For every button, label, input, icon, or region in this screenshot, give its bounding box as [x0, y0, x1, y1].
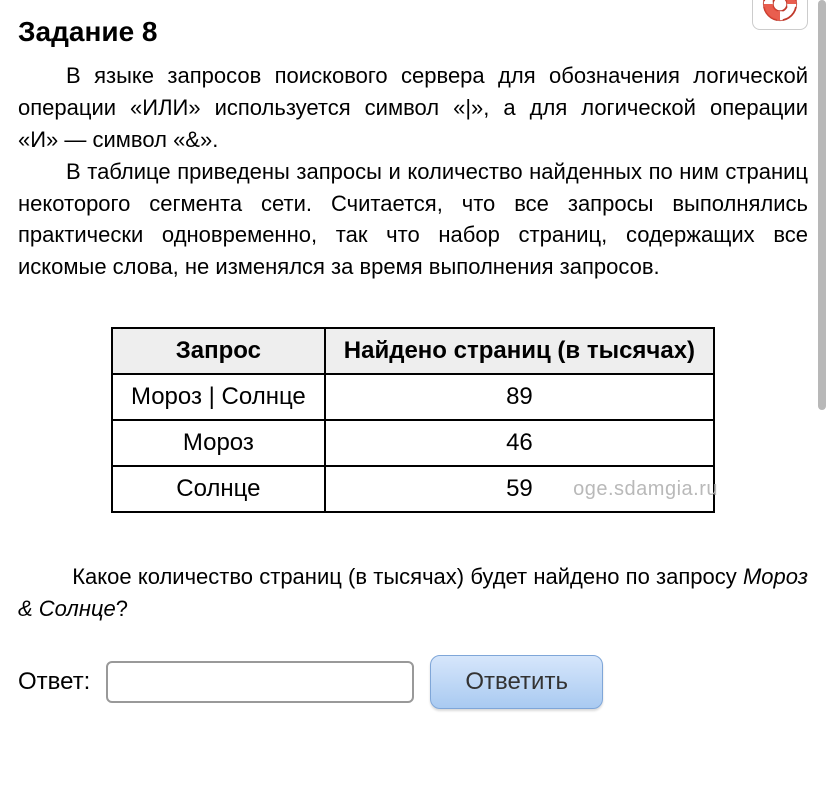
scrollbar-thumb[interactable]: [818, 0, 826, 410]
help-button[interactable]: [752, 0, 808, 30]
answer-input[interactable]: [106, 661, 414, 703]
table-cell: Мороз | Солнце: [112, 374, 325, 420]
answer-label: Ответ:: [18, 668, 90, 696]
table-row: Мороз | Солнце 89: [112, 374, 714, 420]
question-text: Какое количество страниц (в тысячах) буд…: [18, 561, 808, 625]
table-row: Мороз 46: [112, 420, 714, 466]
submit-button[interactable]: Ответить: [430, 655, 603, 709]
table-header-row: Запрос Найдено страниц (в тысячах): [112, 328, 714, 374]
question-suffix: ?: [116, 596, 128, 621]
task-title: Задание 8: [18, 16, 808, 48]
scrollbar[interactable]: [818, 0, 826, 719]
table-cell: 89: [325, 374, 714, 420]
table-header-cell: Запрос: [112, 328, 325, 374]
table-row: Солнце 59: [112, 466, 714, 512]
question-prefix: Какое количество страниц (в тысячах) буд…: [72, 564, 743, 589]
lifebuoy-icon: [762, 0, 798, 22]
table-cell: 46: [325, 420, 714, 466]
problem-paragraph-1: В языке запросов поискового сервера для …: [18, 60, 808, 156]
table-cell: Солнце: [112, 466, 325, 512]
answer-row: Ответ: Ответить: [18, 655, 808, 709]
data-table-wrap: Запрос Найдено страниц (в тысячах) Мороз…: [18, 327, 808, 513]
table-cell: Мороз: [112, 420, 325, 466]
table-cell: 59: [325, 466, 714, 512]
data-table: Запрос Найдено страниц (в тысячах) Мороз…: [111, 327, 715, 513]
table-header-cell: Найдено страниц (в тысячах): [325, 328, 714, 374]
problem-paragraph-2: В таблице приведены запросы и количество…: [18, 156, 808, 284]
